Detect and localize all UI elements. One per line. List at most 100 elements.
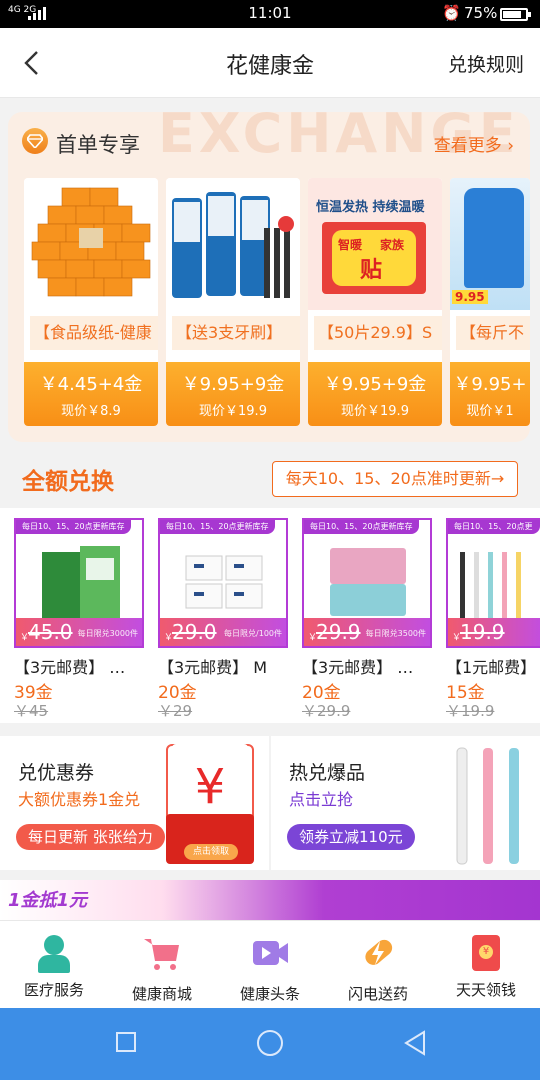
pic-text: 恒温发热 持续温暖 xyxy=(316,200,425,215)
lightning-pill-icon xyxy=(365,939,393,965)
first-order-section: EXCHANGE 首单专享 查看更多 › 【食品级纸-健康 ￥4.45+4金 现… xyxy=(8,112,530,442)
exchange-rules-link[interactable]: 兑换规则 xyxy=(448,50,524,77)
tab-medical-service[interactable]: 医疗服务 xyxy=(0,933,108,1000)
home-icon[interactable] xyxy=(257,1030,283,1056)
recent-apps-icon[interactable] xyxy=(116,1032,136,1052)
battery-percent: 75% xyxy=(464,4,498,22)
stock-update-tag: 每日10、15、20点更新库存 xyxy=(16,520,131,534)
first-order-card[interactable]: 恒温发热 持续温暖 智暖 家族 贴 【50片29.9】S ￥9.95+9金 现价… xyxy=(308,178,442,426)
red-envelope-icon: ¥ xyxy=(466,933,506,973)
heat-patch-product-image: 恒温发热 持续温暖 智暖 家族 贴 xyxy=(308,178,442,310)
pic-text: 家族 xyxy=(380,238,405,252)
pic-text: 贴 xyxy=(360,258,383,283)
promo-banner[interactable]: 1金抵1元 xyxy=(0,880,540,920)
toothpaste-image xyxy=(42,546,120,618)
coupon-red-envelope-icon: ¥ 点击领取 xyxy=(166,744,254,864)
tab-fast-delivery[interactable]: 闪电送药 xyxy=(324,933,432,1004)
original-price: ￥29 xyxy=(158,702,193,720)
product-name: 【50片29.9】S xyxy=(314,316,442,350)
price-strip: ￥ 29.9 每日限兑3500件 xyxy=(304,618,430,646)
diamond-icon xyxy=(22,128,48,154)
tab-health-mall[interactable]: 健康商城 xyxy=(108,933,216,1004)
product-thumb: 每日10、15、20点更新库存 ￥ 19.9 xyxy=(446,518,540,648)
current-price: 现价￥8.9 xyxy=(61,404,121,419)
bottom-tab-bar: 医疗服务 健康商城 健康头条 闪电送药 ¥ 天天领钱 xyxy=(0,920,540,1008)
exchange-price: ￥9.95+9金 xyxy=(323,374,427,395)
claim-button[interactable]: 点击领取 xyxy=(184,844,238,860)
price-box: ￥9.95+9金 现价￥19.9 xyxy=(166,362,300,426)
price-strip: ￥ 19.9 xyxy=(448,618,540,646)
top-nav-bar: 花健康金 兑换规则 xyxy=(0,28,540,98)
product-thumb: 每日10、15、20点更新库存 ￥ 45.0 每日限兑3000件 xyxy=(14,518,144,648)
tab-label: 健康头条 xyxy=(239,985,300,1003)
product-name: 【3元邮费】 M xyxy=(158,658,268,677)
promo-title: 热兑爆品 xyxy=(289,762,366,784)
battery-icon xyxy=(500,8,531,21)
list-price: 45.0 xyxy=(28,620,73,644)
promo-pill: 领券立减110元 xyxy=(287,824,415,850)
product-name: 【3元邮费】 … xyxy=(14,658,126,677)
coupon-promo[interactable]: 兑优惠券 大额优惠券1金兑 每日更新 张张给力 ¥ 点击领取 xyxy=(0,736,269,870)
price-box: ￥9.95+ 现价￥1 xyxy=(450,362,530,426)
electric-toothbrush-image xyxy=(456,747,519,865)
price-box: ￥4.45+4金 现价￥8.9 xyxy=(24,362,158,426)
hot-product-promo[interactable]: 热兑爆品 点击立抢 领券立减110元 xyxy=(271,736,540,870)
toothpaste-product-image xyxy=(166,178,300,310)
first-order-card[interactable]: 【送3支牙刷】 ￥9.95+9金 现价￥19.9 xyxy=(166,178,300,426)
pic-text: 9.95 xyxy=(452,290,488,304)
tab-health-news[interactable]: 健康头条 xyxy=(216,933,324,1004)
product-name: 【3元邮费】 … xyxy=(302,658,414,677)
view-more-link[interactable]: 查看更多 › xyxy=(434,131,514,156)
stock-limit: 每日限兑3000件 xyxy=(77,629,138,638)
tab-label: 健康商城 xyxy=(131,985,192,1003)
product-name: 【送3支牙刷】 xyxy=(172,316,300,350)
list-price: 29.0 xyxy=(172,620,217,644)
list-price: 29.9 xyxy=(316,620,361,644)
stock-limit: 每日限兑/100件 xyxy=(224,629,282,638)
current-price: 现价￥1 xyxy=(466,404,514,419)
banner-text: 1金抵1元 xyxy=(8,890,88,911)
back-icon[interactable] xyxy=(402,1030,428,1056)
promo-title: 兑优惠券 xyxy=(18,762,95,784)
doctor-icon xyxy=(34,933,74,973)
original-price: ￥29.9 xyxy=(302,702,351,720)
current-price: 现价￥19.9 xyxy=(341,404,409,419)
original-price: ￥45 xyxy=(14,702,49,720)
stock-update-tag: 每日10、15、20点更新库存 xyxy=(160,520,275,534)
product-thumb: 每日10、15、20点更新库存 ￥ 29.9 每日限兑3500件 xyxy=(302,518,432,648)
stock-update-tag: 每日10、15、20点更新库存 xyxy=(304,520,419,534)
pic-text: 智暖 xyxy=(338,238,363,252)
list-price: 19.9 xyxy=(460,620,505,644)
tissue-product-image xyxy=(24,178,158,310)
original-price: ￥19.9 xyxy=(446,702,495,720)
product-name: 【食品级纸-健康 xyxy=(30,316,158,350)
alarm-icon: ⏰ xyxy=(442,4,461,22)
product-name: 【1元邮费】 … xyxy=(446,658,540,677)
promo-pill: 每日更新 张张给力 xyxy=(16,824,165,850)
exchange-price: ￥9.95+9金 xyxy=(181,374,285,395)
tab-label: 天天领钱 xyxy=(455,981,516,999)
update-time-tip[interactable]: 每天10、15、20点准时更新→ xyxy=(272,461,518,497)
exchange-price: ￥9.95+ xyxy=(453,374,527,395)
system-nav-bar xyxy=(0,1008,540,1080)
status-bar: 4G 2G 11:01 ⏰ 75% xyxy=(0,0,540,28)
full-exchange-title: 全额兑换 xyxy=(22,469,114,495)
product-name: 【每斤不 xyxy=(456,316,530,350)
section-title: 首单专享 xyxy=(56,133,140,157)
current-price: 现价￥19.9 xyxy=(199,404,267,419)
price-strip: ￥ 45.0 每日限兑3000件 xyxy=(16,618,142,646)
shopping-cart-icon xyxy=(144,939,179,970)
first-order-card[interactable]: 【食品级纸-健康 ￥4.45+4金 现价￥8.9 xyxy=(24,178,158,426)
first-order-card[interactable]: 9.95 【每斤不 ￥9.95+ 现价￥1 xyxy=(450,178,530,426)
chevron-right-icon: › xyxy=(507,136,514,156)
exchange-price: ￥4.45+4金 xyxy=(39,374,143,395)
price-box: ￥9.95+9金 现价￥19.9 xyxy=(308,362,442,426)
stock-update-tag: 每日10、15、20点更新库存 xyxy=(448,520,540,545)
tab-label: 闪电送药 xyxy=(347,985,408,1003)
tissue-image xyxy=(185,555,263,609)
product-thumb: 每日10、15、20点更新库存 ￥ 29.0 每日限兑/100件 xyxy=(158,518,288,648)
towel-image xyxy=(330,548,406,616)
promo-subtitle: 大额优惠券1金兑 xyxy=(18,790,141,809)
tab-label: 医疗服务 xyxy=(23,981,84,999)
tab-daily-cash[interactable]: ¥ 天天领钱 xyxy=(432,933,540,1000)
